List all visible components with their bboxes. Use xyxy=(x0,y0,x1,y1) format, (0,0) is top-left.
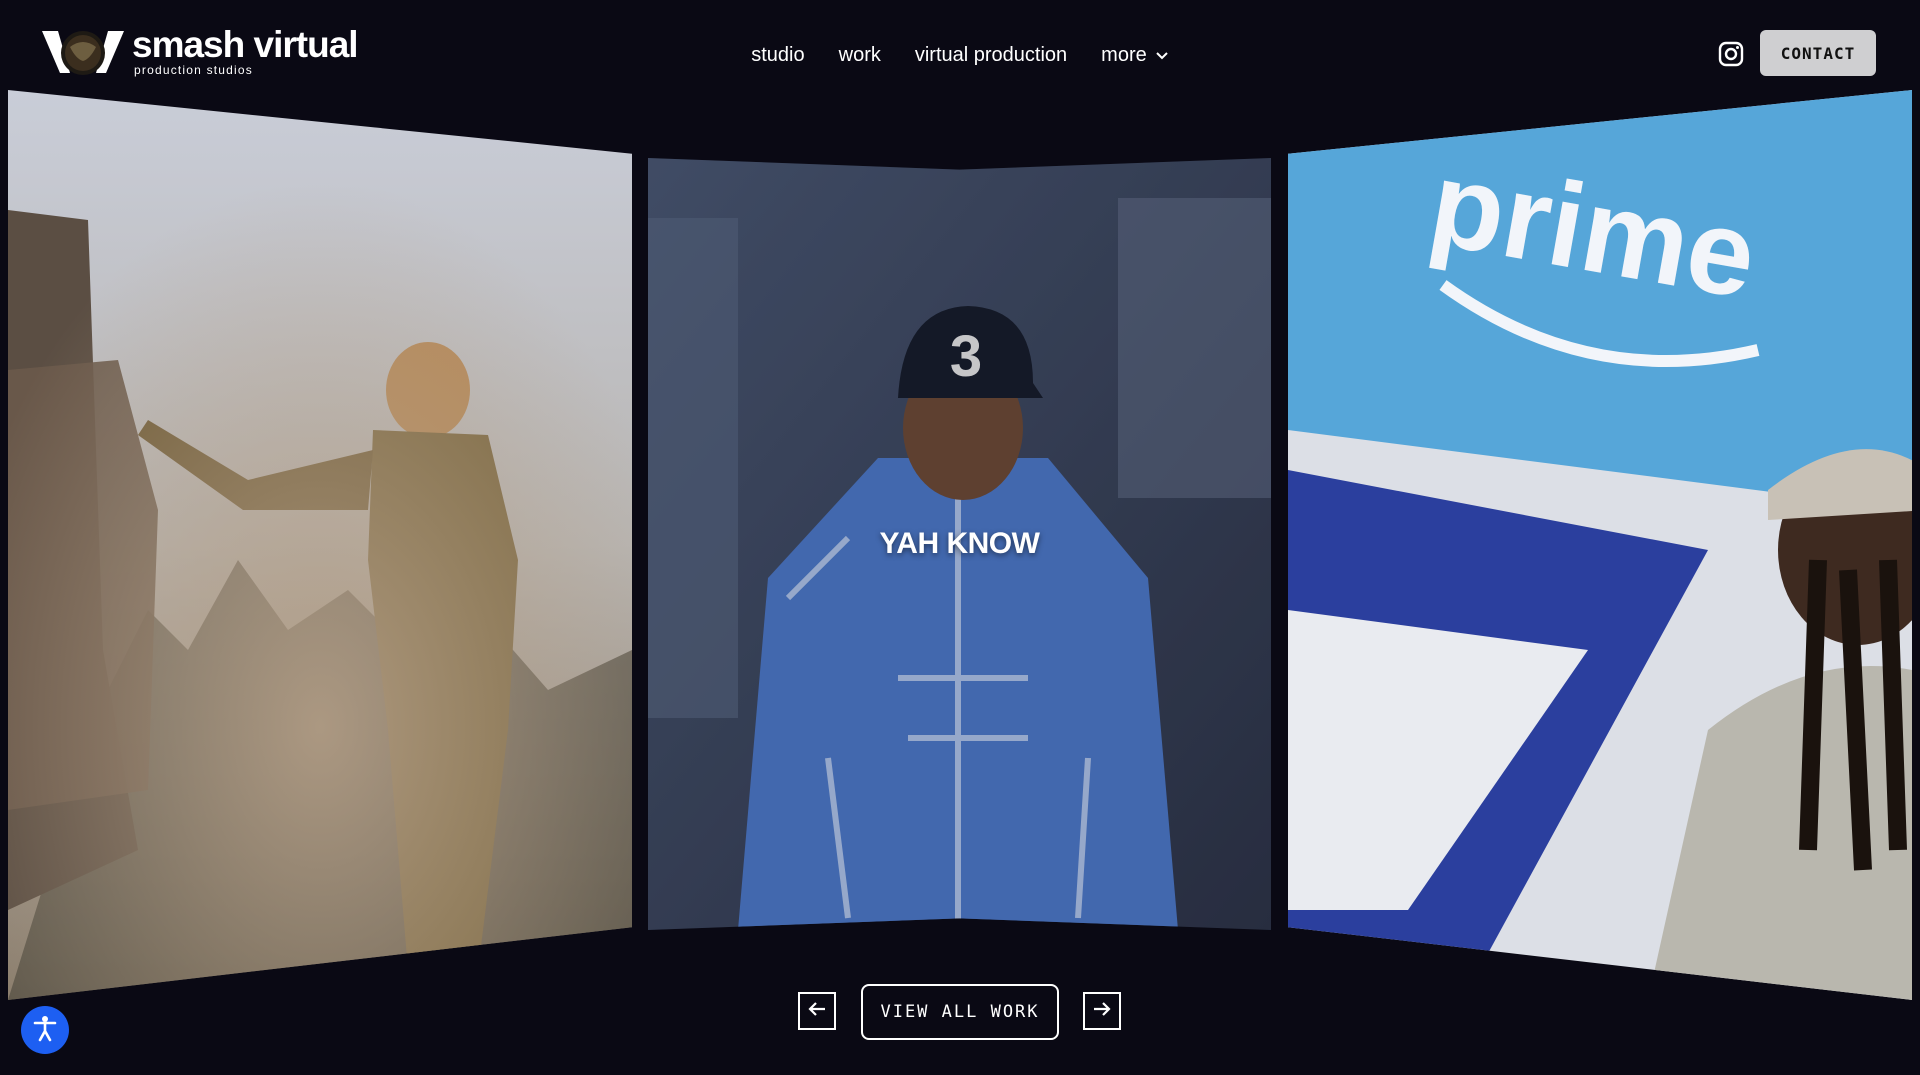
next-button[interactable] xyxy=(1083,992,1121,1030)
arrow-right-icon xyxy=(1092,1001,1112,1022)
nav-item-virtual-production[interactable]: virtual production xyxy=(915,40,1067,70)
contact-button[interactable]: CONTACT xyxy=(1760,30,1876,76)
nav-item-more[interactable]: more xyxy=(1101,40,1169,70)
slide-title: YAH KNOW xyxy=(879,527,1040,560)
nav-item-more-label: more xyxy=(1101,43,1147,66)
accessibility-icon xyxy=(30,1013,60,1048)
view-all-work-button[interactable]: VIEW ALL WORK xyxy=(861,984,1059,1040)
accessibility-button[interactable] xyxy=(21,1006,69,1054)
instagram-icon[interactable] xyxy=(1717,40,1745,68)
nav-item-studio[interactable]: studio xyxy=(751,40,804,70)
prev-button[interactable] xyxy=(798,992,836,1030)
arrow-left-icon xyxy=(807,1001,827,1022)
work-carousel: 3 YAH KNOW prime xyxy=(0,0,1920,1075)
page: 3 YAH KNOW prime smash virtual productio… xyxy=(0,0,1920,1075)
carousel-slide-right[interactable]: prime xyxy=(1288,90,1912,1000)
nav-item-work[interactable]: work xyxy=(839,40,881,70)
slide-right-image: prime xyxy=(1288,90,1912,1000)
carousel-slide-left[interactable] xyxy=(8,90,632,1000)
carousel-slide-center[interactable]: 3 YAH KNOW xyxy=(648,158,1271,930)
slide-left-image xyxy=(8,90,632,1000)
main-nav: studio work virtual production more xyxy=(0,40,1920,70)
carousel-controls: VIEW ALL WORK xyxy=(0,984,1920,1040)
chevron-down-icon xyxy=(1155,44,1169,67)
